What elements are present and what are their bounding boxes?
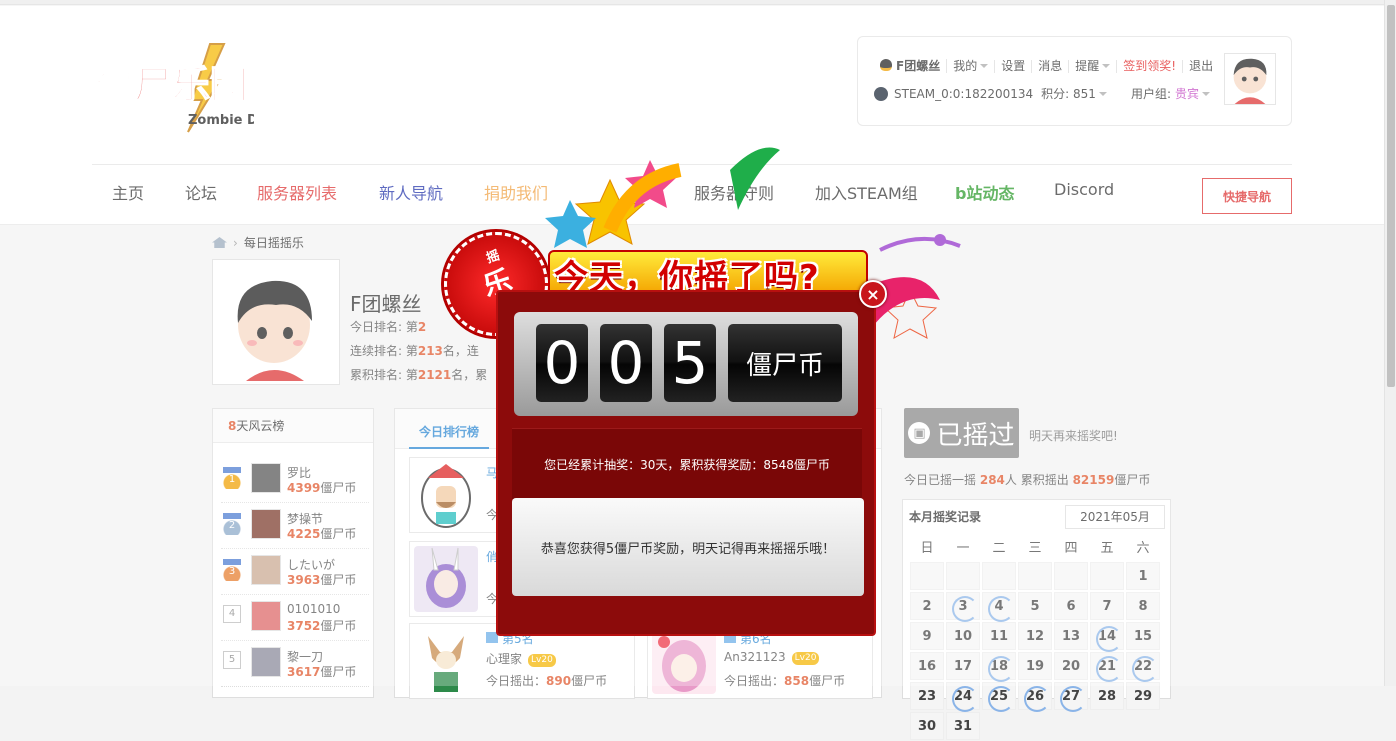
counter-digit: 5 [664, 324, 716, 402]
calendar-day: 30 [910, 712, 944, 740]
calendar-day: 31 [946, 712, 980, 740]
page-scrollbar[interactable] [1384, 0, 1396, 686]
modal-message: 恭喜您获得5僵尸币奖励，明天记得再来摇摇乐哦！ [512, 498, 864, 596]
modal-summary: 您已经累计抽奖：30天，累积获得奖励：8548僵尸币 [512, 428, 862, 500]
counter-digit: 0 [600, 324, 652, 402]
calendar-day: 29 [1126, 682, 1160, 710]
shake-result-modal: 0 0 5 僵尸币 您已经累计抽奖：30天，累积获得奖励：8548僵尸币 恭喜您… [496, 290, 876, 636]
scrollbar-thumb[interactable] [1387, 5, 1395, 387]
close-icon[interactable]: × [859, 280, 887, 308]
slot-counter: 0 0 5 僵尸币 [514, 312, 858, 416]
calendar-day: 24 [946, 682, 980, 712]
calendar-day: 26 [1018, 682, 1052, 712]
calendar-day: 25 [982, 682, 1016, 712]
coin-label: 僵尸币 [728, 324, 842, 402]
counter-digit: 0 [536, 324, 588, 402]
calendar-day: 28 [1090, 682, 1124, 710]
calendar-day: 23 [910, 682, 944, 710]
calendar-day: 27 [1054, 682, 1088, 712]
